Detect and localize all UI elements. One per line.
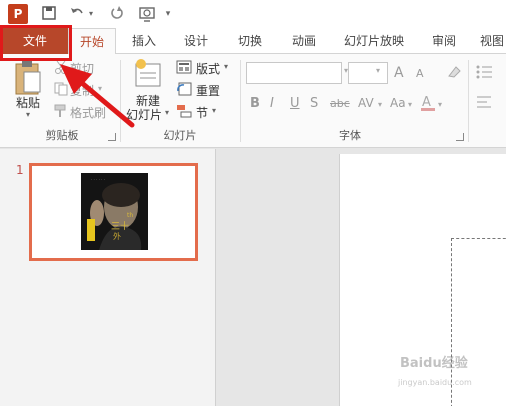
tab-home[interactable]: 开始 (68, 28, 116, 55)
layout-icon[interactable] (176, 60, 192, 74)
section-button[interactable]: 节 (196, 104, 208, 121)
shadow-button[interactable]: S (310, 96, 318, 111)
ribbon-tabs: 文件 开始 插入 设计 切换 动画 幻灯片放映 审阅 视图 (0, 28, 506, 55)
layout-dropdown-icon[interactable]: ▾ (224, 62, 228, 71)
strikethrough-button[interactable]: abc (330, 97, 350, 110)
tab-review[interactable]: 审阅 (420, 28, 468, 54)
char-spacing-button[interactable]: AV (358, 96, 374, 110)
start-from-beginning-icon[interactable] (138, 5, 156, 23)
font-size-dropdown-icon[interactable]: ▾ (376, 66, 380, 75)
copy-icon[interactable] (54, 82, 68, 96)
save-icon[interactable] (40, 5, 58, 23)
bold-button[interactable]: B (250, 96, 260, 111)
paste-dropdown-icon[interactable]: ▾ (26, 110, 30, 119)
tab-transitions[interactable]: 切换 (226, 28, 274, 54)
watermark-url: jingyan.baidu.com (398, 378, 472, 387)
cut-button[interactable]: 剪切 (70, 60, 94, 77)
svg-text:外: 外 (113, 231, 121, 241)
new-slide-dropdown-icon[interactable]: ▾ (165, 108, 169, 117)
change-case-dropdown-icon[interactable]: ▾ (408, 100, 412, 109)
font-color-icon[interactable]: A (420, 94, 436, 112)
clear-formatting-icon[interactable] (446, 64, 462, 80)
slides-group-label: 幻灯片 (163, 129, 197, 142)
tab-file[interactable]: 文件 (2, 28, 68, 54)
format-painter-button[interactable]: 格式刷 (70, 104, 106, 121)
svg-text:三十: 三十 (111, 220, 129, 232)
tab-insert[interactable]: 插入 (122, 28, 166, 54)
font-launcher-icon[interactable] (456, 133, 464, 141)
clipboard-launcher-icon[interactable] (108, 133, 116, 141)
reset-button[interactable]: 重置 (196, 82, 220, 99)
slide-thumbnail[interactable]: 三十 th 外 · · · · · · (29, 163, 198, 261)
char-spacing-dropdown-icon[interactable]: ▾ (378, 100, 382, 109)
customize-qat-icon[interactable]: ▾ (162, 5, 174, 23)
clipboard-group-label: 剪贴板 (45, 129, 79, 142)
font-group-label: 字体 (339, 129, 361, 142)
section-icon[interactable] (176, 104, 192, 118)
bullets-icon[interactable] (476, 64, 494, 80)
grow-font-button[interactable]: A (394, 65, 404, 81)
font-size-input[interactable] (348, 62, 388, 84)
paste-button[interactable]: 粘贴 (16, 94, 40, 111)
tab-view[interactable]: 视图 (474, 28, 506, 54)
paste-icon[interactable] (14, 60, 42, 96)
title-bar: P ▾ ▾ (0, 0, 506, 28)
change-case-button[interactable]: Aa (390, 96, 406, 110)
undo-icon[interactable] (68, 5, 86, 23)
section-dropdown-icon[interactable]: ▾ (212, 106, 216, 115)
font-name-input[interactable] (246, 62, 342, 84)
watermark-logo: Baidu经验 (400, 356, 468, 371)
ribbon-home: 粘贴 ▾ 剪切 复制 ▾ 格式刷 剪贴板 新建 幻灯片 ▾ 版式 ▾ 重置 节 … (0, 54, 506, 148)
svg-text:· · · · · ·: · · · · · · (91, 177, 105, 182)
new-slide-button-line2[interactable]: 幻灯片 (126, 106, 162, 123)
group-divider (468, 60, 469, 142)
tab-animations[interactable]: 动画 (280, 28, 328, 54)
group-divider (240, 60, 241, 142)
underline-button[interactable]: U (290, 96, 300, 111)
cut-icon[interactable] (54, 60, 68, 74)
tab-slideshow[interactable]: 幻灯片放映 (336, 28, 412, 54)
font-color-dropdown-icon[interactable]: ▾ (438, 100, 442, 109)
slide-thumbnail-pane[interactable]: 1 三十 th 外 · · · · · · (0, 149, 216, 406)
shrink-font-button[interactable]: A (416, 67, 424, 80)
svg-text:th: th (127, 212, 133, 219)
reset-icon[interactable] (176, 82, 192, 96)
copy-button[interactable]: 复制 (70, 82, 94, 99)
slide-number: 1 (16, 163, 24, 177)
align-left-icon[interactable] (476, 94, 494, 110)
copy-dropdown-icon[interactable]: ▾ (98, 84, 102, 93)
new-slide-icon[interactable] (134, 58, 164, 90)
slide-thumbnail-photo: 三十 th 外 · · · · · · (81, 173, 148, 250)
powerpoint-icon[interactable]: P (8, 4, 28, 24)
italic-button[interactable]: I (270, 96, 274, 111)
undo-dropdown-icon[interactable]: ▾ (86, 5, 96, 23)
format-painter-icon[interactable] (54, 104, 68, 118)
redo-icon[interactable] (108, 5, 126, 23)
svg-text:A: A (422, 95, 431, 110)
layout-button[interactable]: 版式 (196, 60, 220, 77)
tab-design[interactable]: 设计 (174, 28, 218, 54)
group-divider (120, 60, 121, 142)
